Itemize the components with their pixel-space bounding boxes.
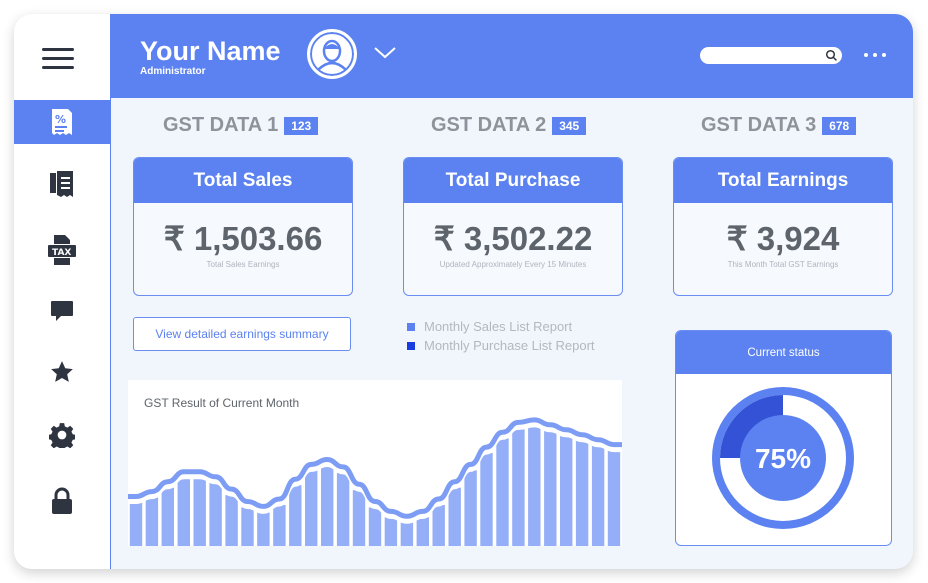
gst-data-label: GST DATA 3 [701, 114, 817, 136]
sidebar: % TAX [14, 14, 111, 569]
gst-badge: 123 [284, 116, 319, 135]
chart-bar [480, 453, 493, 546]
gst-badge: 345 [552, 116, 587, 135]
receipt-list-icon [50, 171, 73, 197]
user-avatar-icon [310, 32, 354, 76]
sidebar-item-favorites[interactable] [14, 350, 110, 394]
view-earnings-summary-button[interactable]: View detailed earnings summary [133, 317, 351, 351]
sidebar-item-messages[interactable] [14, 289, 110, 333]
status-percent-label: 75% [755, 443, 811, 474]
gst-data-1: GST DATA 1 123 [163, 114, 319, 137]
chart-bar [448, 487, 461, 546]
svg-text:%: % [55, 113, 66, 126]
sidebar-item-security[interactable] [14, 479, 110, 523]
chart-bar [464, 470, 477, 546]
chart-bar [575, 440, 589, 546]
card-title: Total Earnings [674, 158, 892, 203]
total-sales-card: Total Sales ₹ 1,503.66 Total Sales Earni… [133, 157, 353, 296]
dashboard-window: % TAX Your Name Administrator GST DATA 1… [14, 14, 913, 569]
legend-item-purchase[interactable]: Monthly Purchase List Report [407, 338, 595, 353]
star-icon [51, 361, 73, 382]
lock-icon [52, 487, 72, 514]
chart-bar [512, 428, 525, 546]
chart-bar [273, 505, 286, 546]
card-title: Total Purchase [404, 158, 622, 203]
sidebar-item-tax[interactable]: TAX [14, 228, 110, 272]
chart-bar [225, 495, 238, 546]
chart-bar [209, 482, 222, 546]
receipt-percent-icon: % [52, 109, 72, 135]
card-value: ₹ 3,502.22 [433, 220, 593, 257]
chart-bar [416, 517, 429, 546]
chart-bar [400, 522, 414, 546]
total-earnings-card: Total Earnings ₹ 3,924 This Month Total … [673, 157, 893, 296]
total-purchase-card: Total Purchase ₹ 3,502.22 Updated Approx… [403, 157, 623, 296]
status-title: Current status [676, 331, 891, 374]
gst-data-label: GST DATA 1 [163, 114, 279, 136]
gst-data-label: GST DATA 2 [431, 114, 547, 136]
legend-item-sales[interactable]: Monthly Sales List Report [407, 319, 572, 334]
hamburger-menu-icon[interactable] [42, 48, 74, 70]
search-icon[interactable] [825, 49, 838, 67]
chart-plot [128, 417, 622, 546]
tax-document-icon: TAX [48, 235, 76, 265]
sidebar-item-receipts[interactable] [14, 162, 110, 206]
card-subtitle: This Month Total GST Earnings [727, 260, 839, 269]
gear-icon [49, 423, 75, 448]
chart-bar [129, 502, 143, 546]
gst-data-2: GST DATA 2 345 [431, 114, 587, 137]
chart-bar [305, 470, 318, 546]
chart-bar [161, 487, 174, 546]
legend-label: Monthly Purchase List Report [424, 338, 595, 353]
chart-bar [591, 445, 605, 546]
user-role: Administrator [140, 66, 206, 77]
legend-label: Monthly Sales List Report [424, 319, 573, 334]
chat-icon [51, 301, 73, 321]
gst-badge: 678 [822, 116, 857, 135]
chart-bar [177, 477, 190, 546]
top-header: Your Name Administrator [110, 14, 913, 98]
gst-data-3: GST DATA 3 678 [701, 114, 857, 137]
sidebar-item-settings[interactable] [14, 413, 110, 457]
card-subtitle: Total Sales Earnings [206, 260, 280, 269]
chart-bar [145, 497, 159, 546]
user-name: Your Name [140, 36, 281, 66]
avatar[interactable] [307, 29, 357, 79]
card-title: Total Sales [134, 158, 352, 203]
chart-bar [257, 512, 270, 546]
current-status-card: Current status 75% [675, 330, 892, 546]
card-value: ₹ 1,503.66 [163, 220, 323, 257]
chart-bar [496, 438, 509, 546]
status-donut: 75% [712, 387, 854, 529]
chart-bar [368, 507, 382, 546]
gst-chart: GST Result of Current Month [128, 380, 622, 546]
chart-bar [289, 485, 302, 546]
chart-bar [560, 435, 573, 546]
search-input[interactable] [700, 47, 842, 64]
legend-swatch [407, 341, 415, 350]
legend-swatch [407, 322, 415, 331]
chart-bar [607, 450, 621, 546]
chart-bar [241, 507, 254, 546]
chart-bar [384, 517, 398, 546]
chart-bar [528, 425, 541, 546]
svg-text:TAX: TAX [52, 248, 71, 258]
chart-bar [432, 505, 445, 546]
chart-bar [352, 490, 366, 546]
chart-bar [193, 477, 206, 546]
chart-bar [321, 465, 334, 546]
chart-bar [336, 472, 350, 546]
card-subtitle: Updated Approximately Every 15 Minutes [439, 260, 587, 269]
sidebar-item-gst-receipt[interactable]: % [14, 100, 110, 144]
chart-bar [544, 430, 557, 546]
chevron-down-icon[interactable] [373, 46, 397, 65]
card-value: ₹ 3,924 [726, 220, 840, 257]
more-options-icon[interactable] [862, 46, 888, 64]
